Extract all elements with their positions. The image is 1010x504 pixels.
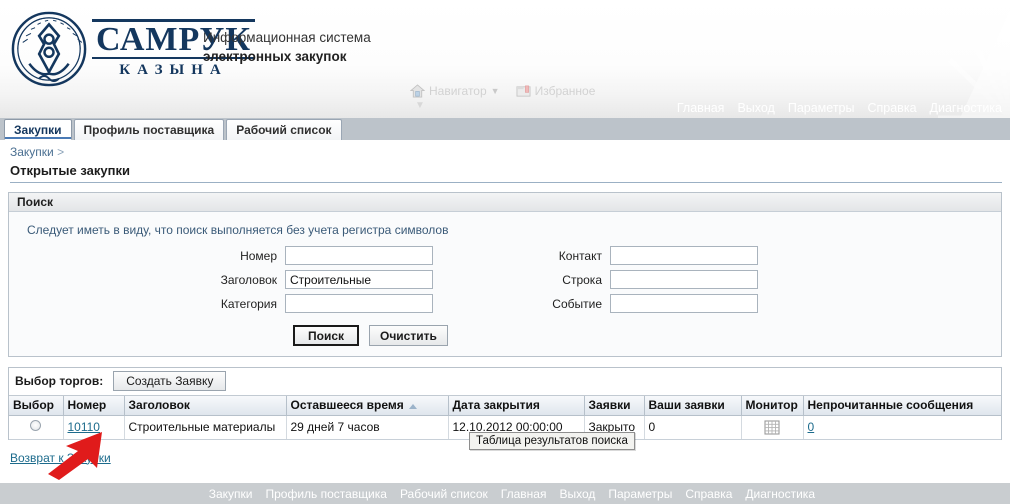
label-line: Строка xyxy=(562,272,602,287)
search-input-line[interactable] xyxy=(610,270,758,289)
search-left-column: Номер Заголовок Категория xyxy=(9,246,505,318)
results-section: Выбор торгов: Создать Заявку Выбор Номер… xyxy=(8,367,1002,440)
sort-ascending-icon xyxy=(408,403,417,409)
results-table-tooltip: Таблица результатов поиска xyxy=(469,432,635,450)
field-row-event: Событие xyxy=(505,294,1001,313)
page-footer: Закупки Профиль поставщика Рабочий списо… xyxy=(0,483,1010,504)
search-input-contact[interactable] xyxy=(610,246,758,265)
label-event: Событие xyxy=(552,296,602,311)
field-row-number: Номер xyxy=(9,246,505,265)
column-header-close-date[interactable]: Дата закрытия xyxy=(448,396,585,416)
breadcrumb-item-zakupki[interactable]: Закупки xyxy=(10,145,54,159)
favorites-folder-icon xyxy=(516,85,531,97)
system-title: Информационная система электронных закуп… xyxy=(203,28,371,66)
row-title-cell: Строительные материалы xyxy=(124,415,287,440)
footer-link-diagnostics[interactable]: Диагностика xyxy=(745,487,815,501)
topnav-link-parameters[interactable]: Параметры xyxy=(788,101,855,115)
field-row-category: Категория xyxy=(9,294,505,313)
back-link-container: Возврат к Закупки xyxy=(10,451,1010,465)
topnav-link-diagnostics[interactable]: Диагностика xyxy=(930,101,1002,115)
topnav-link-logout[interactable]: Выход xyxy=(737,101,774,115)
navigator-expand-icon[interactable]: ▼ xyxy=(415,100,425,111)
page-title: Открытые закупки xyxy=(10,163,1002,183)
system-title-line2: электронных закупок xyxy=(203,49,347,64)
create-bid-button[interactable]: Создать Заявку xyxy=(113,371,227,391)
search-hint-text: Следует иметь в виду, что поиск выполняе… xyxy=(27,223,449,237)
label-number: Номер xyxy=(240,248,277,263)
column-header-select[interactable]: Выбор xyxy=(9,396,64,416)
search-button-row: Поиск Очистить xyxy=(9,325,1001,346)
column-header-title[interactable]: Заголовок xyxy=(124,396,287,416)
search-input-category[interactable] xyxy=(285,294,433,313)
results-toolbar: Выбор торгов: Создать Заявку xyxy=(9,368,1001,396)
label-title: Заголовок xyxy=(220,272,277,287)
results-header-row: Выбор Номер Заголовок Оставшееся время Д… xyxy=(9,396,1001,416)
row-your-bids-cell: 0 xyxy=(644,415,742,440)
footer-link-parameters[interactable]: Параметры xyxy=(608,487,672,501)
field-row-contact: Контакт xyxy=(505,246,1001,265)
row-remaining-cell: 29 дней 7 часов xyxy=(286,415,449,440)
navigator-menu[interactable]: Навигатор ▼ xyxy=(410,84,500,98)
search-panel-body: Следует иметь в виду, что поиск выполняе… xyxy=(9,212,1001,356)
header-toolbar: Навигатор ▼ Избранное xyxy=(410,84,595,98)
footer-link-logout[interactable]: Выход xyxy=(559,487,595,501)
footer-link-help[interactable]: Справка xyxy=(685,487,732,501)
field-row-title: Заголовок xyxy=(9,270,505,289)
favorites-label: Избранное xyxy=(534,84,596,98)
column-header-your-bids[interactable]: Ваши заявки xyxy=(644,396,742,416)
search-panel: Поиск Следует иметь в виду, что поиск вы… xyxy=(8,192,1002,357)
label-contact: Контакт xyxy=(558,248,602,263)
label-category: Категория xyxy=(220,296,277,311)
row-monitor-cell xyxy=(741,415,804,440)
system-title-line1: Информационная система xyxy=(203,30,371,45)
footer-link-zakupki[interactable]: Закупки xyxy=(209,487,253,501)
topnav-link-home[interactable]: Главная xyxy=(677,101,725,115)
navigator-label: Навигатор xyxy=(429,84,487,98)
breadcrumb-separator: > xyxy=(57,145,65,159)
home-icon xyxy=(410,84,425,98)
column-header-remaining-time[interactable]: Оставшееся время xyxy=(286,396,449,416)
search-input-number[interactable] xyxy=(285,246,433,265)
tab-zakupki[interactable]: Закупки xyxy=(4,119,72,140)
column-header-monitor[interactable]: Монитор xyxy=(741,396,804,416)
clear-button[interactable]: Очистить xyxy=(369,325,448,346)
search-input-event[interactable] xyxy=(610,294,758,313)
tab-supplier-profile[interactable]: Профиль поставщика xyxy=(73,119,225,140)
column-header-bids[interactable]: Заявки xyxy=(584,396,645,416)
footer-link-work-list[interactable]: Рабочий список xyxy=(400,487,488,501)
column-header-remaining-time-label: Оставшееся время xyxy=(290,398,404,413)
favorites-menu[interactable]: Избранное xyxy=(516,84,596,98)
search-right-column: Контакт Строка Событие xyxy=(505,246,1001,318)
topnav-link-help[interactable]: Справка xyxy=(867,101,916,115)
main-tab-strip: Закупки Профиль поставщика Рабочий списо… xyxy=(0,118,1010,140)
chevron-down-icon: ▼ xyxy=(490,86,500,96)
footer-link-supplier-profile[interactable]: Профиль поставщика xyxy=(265,487,386,501)
tab-work-list[interactable]: Рабочий список xyxy=(226,119,342,140)
breadcrumb: Закупки > xyxy=(0,140,1010,161)
samruk-emblem-icon xyxy=(11,11,87,87)
unread-messages-link[interactable]: 0 xyxy=(808,420,815,434)
page-content: Закупки > Открытые закупки Поиск Следует… xyxy=(0,140,1010,465)
search-input-title[interactable] xyxy=(285,270,433,289)
footer-link-home[interactable]: Главная xyxy=(501,487,547,501)
annotation-arrow-icon xyxy=(48,432,102,480)
search-panel-title: Поиск xyxy=(9,193,1001,212)
top-navigation: Главная Выход Параметры Справка Диагност… xyxy=(677,101,1002,115)
search-button[interactable]: Поиск xyxy=(293,325,359,346)
grid-icon[interactable] xyxy=(764,419,780,435)
row-unread-cell: 0 xyxy=(803,415,1001,440)
field-row-line: Строка xyxy=(505,270,1001,289)
column-header-number[interactable]: Номер xyxy=(63,396,125,416)
column-header-unread-messages[interactable]: Непрочитанные сообщения xyxy=(803,396,1001,416)
results-toolbar-label: Выбор торгов: xyxy=(15,374,104,388)
page-header: САМРУК КАЗЫНА Информационная система эле… xyxy=(0,0,1010,118)
